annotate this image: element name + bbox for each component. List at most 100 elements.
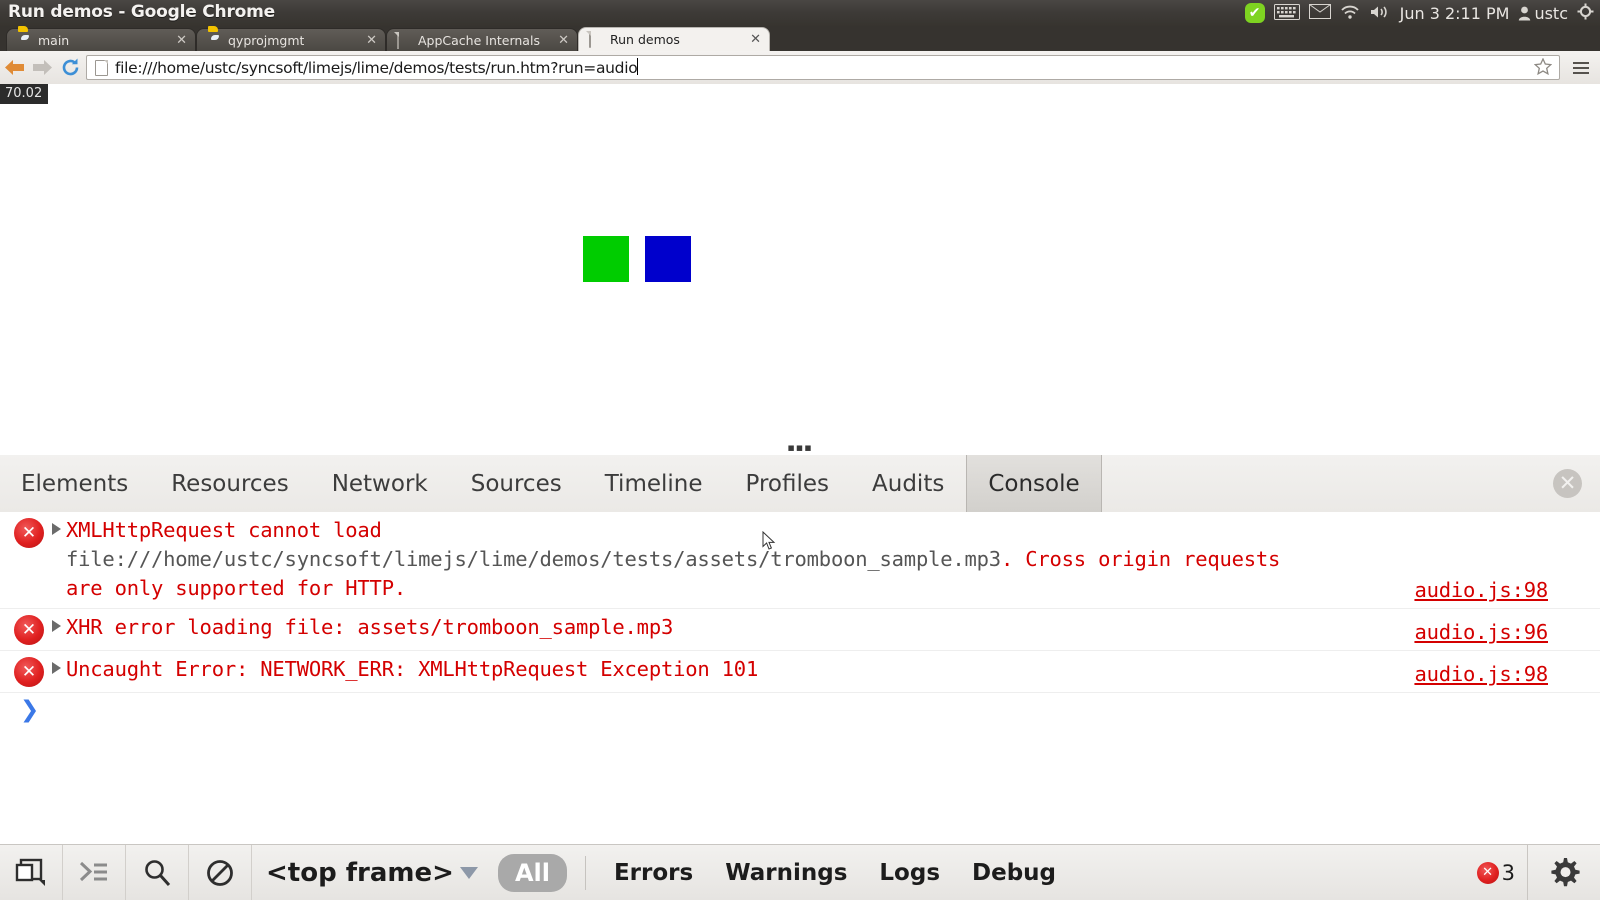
fps-counter: 70.02 <box>0 84 49 104</box>
search-button[interactable] <box>126 845 189 900</box>
show-console-button[interactable] <box>63 845 126 900</box>
page-icon <box>589 31 604 48</box>
expand-arrow-icon[interactable] <box>52 620 61 632</box>
close-icon[interactable]: ✕ <box>558 34 569 47</box>
text-caret <box>637 58 639 75</box>
browser-tab-appcache-internals[interactable]: AppCache Internals ✕ <box>386 28 578 51</box>
user-menu[interactable]: ustc <box>1518 4 1568 23</box>
tab-label: qyprojmgmt <box>228 32 305 48</box>
error-icon: ✕ <box>14 615 44 645</box>
user-icon <box>1519 6 1531 20</box>
hamburger-line <box>1573 61 1589 64</box>
title-bar: Run demos - Google Chrome ✔ Jun 3 2:11 P… <box>0 0 1600 27</box>
error-icon: ✕ <box>1476 861 1499 884</box>
reload-icon <box>62 58 78 76</box>
console-source-link[interactable]: audio.js:96 <box>1414 620 1548 644</box>
close-icon[interactable]: ✕ <box>366 34 377 47</box>
system-tray: ✔ Jun 3 2:11 PM ustc <box>1244 0 1594 26</box>
blue-bird-icon <box>207 33 222 48</box>
mouse-cursor <box>762 530 776 555</box>
forward-arrow-icon <box>32 60 52 75</box>
keyboard-icon[interactable] <box>1273 3 1300 23</box>
address-bar[interactable]: file:///home/ustc/syncsoft/limejs/lime/d… <box>86 55 1560 80</box>
page-viewport: 70.02 <box>0 84 1600 445</box>
filter-warnings-button[interactable]: Warnings <box>709 860 863 886</box>
expand-arrow-icon[interactable] <box>52 662 61 674</box>
tab-network[interactable]: Network <box>311 455 450 512</box>
browser-tab-main[interactable]: main ✕ <box>6 28 196 51</box>
chrome-menu-button[interactable] <box>1566 53 1596 83</box>
filter-logs-button[interactable]: Logs <box>863 860 956 886</box>
browser-tab-qyprojmgmt[interactable]: qyprojmgmt ✕ <box>196 28 386 51</box>
close-devtools-button[interactable]: ✕ <box>1553 469 1582 498</box>
clear-console-icon <box>207 859 233 886</box>
forward-button[interactable] <box>28 54 56 82</box>
tab-label: AppCache Internals <box>418 32 540 48</box>
toolbar-divider <box>584 855 586 890</box>
tab-sources[interactable]: Sources <box>450 455 584 512</box>
tab-label: main <box>38 32 70 48</box>
console-bottom-toolbar: <top frame> All Errors Warnings Logs Deb… <box>0 844 1600 900</box>
browser-tab-run-demos[interactable]: Run demos ✕ <box>578 27 770 51</box>
console-message-text: Uncaught Error: NETWORK_ERR: XMLHttpRequ… <box>66 657 759 681</box>
tray-check-icon[interactable]: ✔ <box>1244 3 1265 23</box>
page-security-icon <box>95 59 108 76</box>
blue-bird-icon <box>17 33 32 48</box>
console-message-list: ✕ XMLHttpRequest cannot load file:///hom… <box>0 512 1600 845</box>
tab-audits[interactable]: Audits <box>851 455 966 512</box>
star-icon <box>1533 56 1553 75</box>
settings-button[interactable] <box>1527 845 1600 900</box>
power-gear-icon-svg <box>1577 3 1594 20</box>
keyboard-icon-svg <box>1273 3 1300 20</box>
filter-errors-button[interactable]: Errors <box>598 860 709 886</box>
expand-arrow-icon[interactable] <box>52 523 61 535</box>
console-source-link[interactable]: audio.js:98 <box>1414 662 1548 686</box>
filter-debug-button[interactable]: Debug <box>956 860 1072 886</box>
bookmark-star-icon[interactable] <box>1533 56 1553 78</box>
show-console-icon <box>79 861 107 881</box>
volume-icon[interactable] <box>1369 4 1391 23</box>
frame-selector[interactable]: <top frame> <box>252 858 492 888</box>
prompt-chevron-icon: ❯ <box>20 697 40 723</box>
console-source-link[interactable]: audio.js:98 <box>1414 578 1548 602</box>
error-count-indicator[interactable]: ✕ 3 <box>1476 861 1527 885</box>
wifi-icon[interactable] <box>1340 4 1360 22</box>
tab-strip: main ✕ qyprojmgmt ✕ AppCache Internals ✕… <box>0 26 1600 51</box>
browser-toolbar: file:///home/ustc/syncsoft/limejs/lime/d… <box>0 51 1600 85</box>
tab-label: Run demos <box>610 32 680 47</box>
tab-elements[interactable]: Elements <box>0 455 150 512</box>
username: ustc <box>1534 3 1568 23</box>
clear-console-button[interactable] <box>189 845 252 900</box>
tab-profiles[interactable]: Profiles <box>725 455 852 512</box>
console-prompt[interactable]: ❯ <box>0 693 1600 728</box>
mail-icon[interactable] <box>1308 4 1331 22</box>
tab-resources[interactable]: Resources <box>150 455 310 512</box>
check-icon: ✔ <box>1244 3 1265 23</box>
power-gear-icon[interactable] <box>1577 3 1594 23</box>
close-icon[interactable]: ✕ <box>750 33 761 46</box>
filter-all-button[interactable]: All <box>497 853 567 892</box>
console-message-row[interactable]: ✕ Uncaught Error: NETWORK_ERR: XMLHttpRe… <box>0 651 1600 693</box>
error-icon: ✕ <box>14 657 44 687</box>
error-icon: ✕ <box>14 518 44 548</box>
console-message-row[interactable]: ✕ XHR error loading file: assets/tromboo… <box>0 609 1600 651</box>
tab-console[interactable]: Console <box>966 455 1102 512</box>
devtools-panel: Elements Resources Network Sources Timel… <box>0 455 1600 900</box>
tab-timeline[interactable]: Timeline <box>584 455 725 512</box>
back-arrow-icon <box>4 60 24 75</box>
back-button[interactable] <box>0 54 28 82</box>
close-icon[interactable]: ✕ <box>176 34 187 47</box>
wifi-icon-svg <box>1340 5 1359 19</box>
gear-icon <box>1551 857 1580 886</box>
green-square[interactable] <box>583 236 629 282</box>
console-message-text: XHR error loading file: assets/tromboon_… <box>66 615 674 639</box>
dock-to-window-button[interactable] <box>0 845 63 900</box>
clock[interactable]: Jun 3 2:11 PM <box>1400 4 1510 23</box>
window-title: Run demos - Google Chrome <box>8 2 275 22</box>
search-icon <box>145 859 171 886</box>
devtools-tab-bar: Elements Resources Network Sources Timel… <box>0 455 1600 513</box>
reload-button[interactable] <box>56 54 84 82</box>
blue-square[interactable] <box>645 236 691 282</box>
frame-label: <top frame> <box>266 857 454 888</box>
console-message-row[interactable]: ✕ XMLHttpRequest cannot load file:///hom… <box>0 512 1600 609</box>
